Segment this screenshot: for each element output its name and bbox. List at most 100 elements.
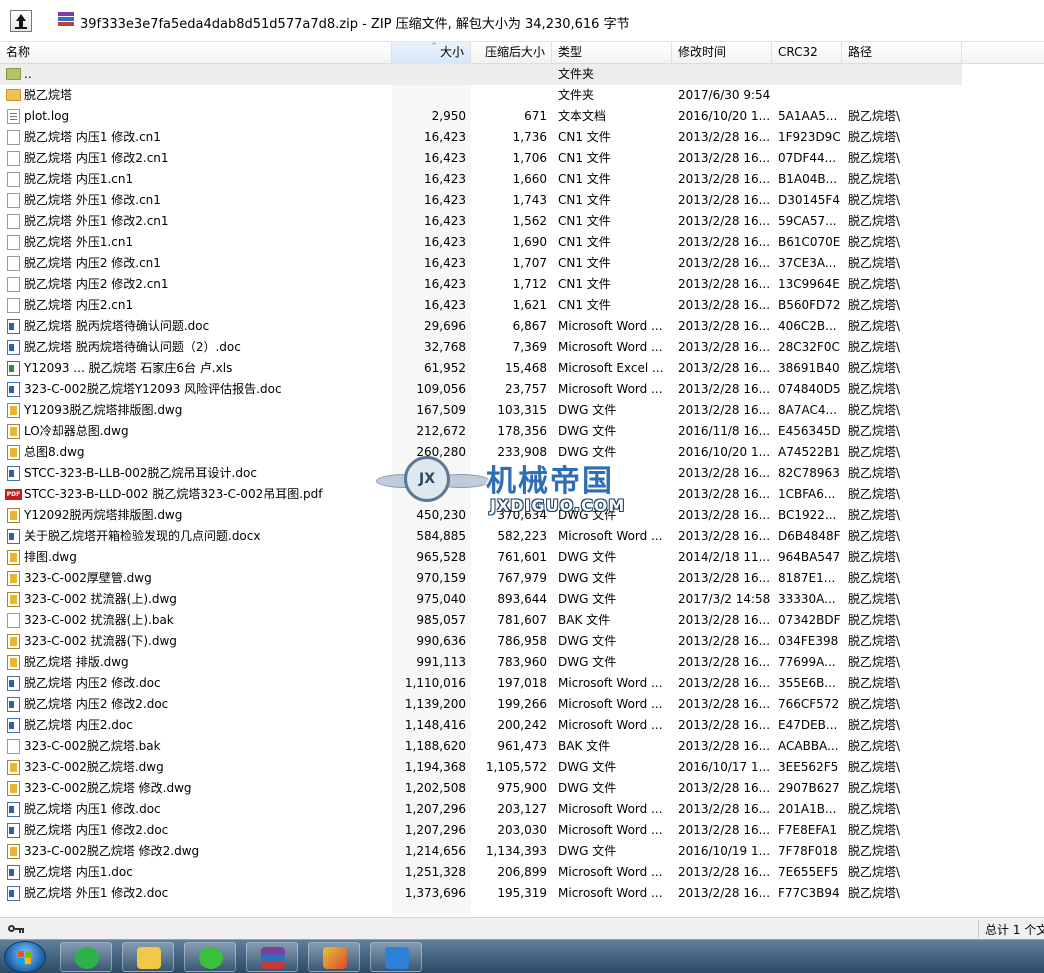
wps-writer-app-icon[interactable]	[370, 942, 422, 972]
modified-time: 2013/2/28 16...	[678, 256, 771, 270]
packed-size: 203,030	[497, 823, 547, 837]
file-type: DWG 文件	[558, 592, 617, 606]
file-row[interactable]: 脱乙烷塔 内压1.doc 1,251,328 206,899 Microsoft Wo…	[0, 862, 962, 883]
file-row[interactable]: Y12093 ... 脱乙烷塔 石家庄6台 卢.xls 61,952 15,468 M…	[0, 358, 962, 379]
file-name: 脱乙烷塔 内压1 修改.doc	[24, 802, 161, 816]
file-row[interactable]: 脱乙烷塔 脱丙烷塔待确认问题（2）.doc 32,768 7,369 Microsof…	[0, 337, 962, 358]
up-one-level-button[interactable]	[10, 10, 32, 32]
file-row[interactable]: 脱乙烷塔 内压2 修改2.doc 1,139,200 199,266 Microsof…	[0, 694, 962, 715]
file-name: 脱乙烷塔 脱丙烷塔待确认问题（2）.doc	[24, 340, 241, 354]
file-type: Microsoft Word ...	[558, 718, 663, 732]
wechat-app-icon[interactable]	[184, 942, 236, 972]
file-row[interactable]: 323-C-002厚壁管.dwg 970,159 767,979 DWG 文件 2013…	[0, 568, 962, 589]
file-row[interactable]: 脱乙烷塔 外压1 修改2.doc 1,373,696 195,319 Microsof…	[0, 883, 962, 904]
file-row[interactable]: STCC-323-B-LLB-002脱乙烷吊耳设计.doc 2013/2/28 1…	[0, 463, 962, 484]
dwg-file-icon	[7, 655, 20, 670]
modified-time: 2013/2/28 16...	[678, 151, 771, 165]
header-path[interactable]: 路径	[842, 42, 962, 64]
packed-size: 786,958	[497, 634, 547, 648]
file-path: 脱乙烷塔\	[848, 571, 901, 585]
crc32-value: 37CE3A...	[778, 256, 837, 270]
file-row[interactable]: PDF STCC-323-B-LLD-002 脱乙烷塔323-C-002吊耳图.p…	[0, 484, 962, 505]
file-row[interactable]: Y12093脱乙烷塔排版图.dwg 167,509 103,315 DWG 文件 201…	[0, 400, 962, 421]
pencil-app-icon[interactable]	[308, 942, 360, 972]
header-name[interactable]: 名称	[0, 42, 392, 64]
file-row[interactable]: 323-C-002脱乙烷塔Y12093 风险评估报告.doc 109,056 23,…	[0, 379, 962, 400]
file-row[interactable]: Y12092脱丙烷塔排版图.dwg 450,230 370,634 DWG 文件 201…	[0, 505, 962, 526]
file-type: Microsoft Word ...	[558, 802, 663, 816]
file-row[interactable]: plot.log 2,950 671 文本文档 2016/10/20 1... 5A1AA…	[0, 106, 962, 127]
packed-size: 103,315	[497, 403, 547, 417]
crc32-value: 77699A...	[778, 655, 836, 669]
file-row[interactable]: 脱乙烷塔 内压1 修改2.cn1 16,423 1,706 CN1 文件 2013/2/…	[0, 148, 962, 169]
modified-time: 2013/2/28 16...	[678, 172, 771, 186]
file-size: 1,214,656	[404, 844, 466, 858]
file-row[interactable]: 脱乙烷塔 内压2 修改.cn1 16,423 1,707 CN1 文件 2013/2/2…	[0, 253, 962, 274]
file-row[interactable]: 脱乙烷塔 外压1 修改.cn1 16,423 1,743 CN1 文件 2013/2/2…	[0, 190, 962, 211]
file-row[interactable]: 脱乙烷塔 内压2.doc 1,148,416 200,242 Microsoft Wo…	[0, 715, 962, 736]
file-row[interactable]: 脱乙烷塔 内压2 修改2.cn1 16,423 1,712 CN1 文件 2013/2/…	[0, 274, 962, 295]
notepad-app-icon[interactable]	[122, 942, 174, 972]
windows-start-icon[interactable]	[4, 941, 46, 973]
crc32-value: 33330A...	[778, 592, 836, 606]
file-name: 脱乙烷塔 内压2.doc	[24, 718, 133, 732]
file-type	[558, 463, 670, 484]
modified-time: 2013/2/28 16...	[678, 193, 771, 207]
file-size	[392, 484, 466, 505]
file-row[interactable]: 323-C-002 扰流器(下).dwg 990,636 786,958 DWG 文件…	[0, 631, 962, 652]
file-row[interactable]: 排图.dwg 965,528 761,601 DWG 文件 2014/2/18 11..…	[0, 547, 962, 568]
file-row[interactable]: LO冷却器总图.dwg 212,672 178,356 DWG 文件 2016/11/8…	[0, 421, 962, 442]
file-row[interactable]: 脱乙烷塔 排版.dwg 991,113 783,960 DWG 文件 2013/2/28…	[0, 652, 962, 673]
packed-size: 783,960	[497, 655, 547, 669]
file-type: 文本文档	[558, 109, 607, 123]
word-doc-icon	[7, 529, 20, 544]
file-size: 1,110,016	[404, 676, 466, 690]
file-row[interactable]: 脱乙烷塔 内压2.cn1 16,423 1,621 CN1 文件 2013/2/28 1…	[0, 295, 962, 316]
file-size: 16,423	[424, 277, 466, 291]
file-row[interactable]: 323-C-002 扰流器(上).bak 985,057 781,607 BAK 文件…	[0, 610, 962, 631]
file-path: 脱乙烷塔\	[848, 319, 901, 333]
refresh-app-icon[interactable]	[60, 942, 112, 972]
file-icon	[7, 130, 20, 145]
winrar-app-icon[interactable]	[246, 942, 298, 972]
file-row[interactable]: 323-C-002脱乙烷塔.dwg 1,194,368 1,105,572 DWG 文…	[0, 757, 962, 778]
file-row[interactable]: 323-C-002 扰流器(上).dwg 975,040 893,644 DWG 文件…	[0, 589, 962, 610]
header-modified[interactable]: 修改时间	[672, 42, 772, 64]
file-row[interactable]: .. 文件夹	[0, 64, 962, 85]
header-type[interactable]: 类型	[552, 42, 672, 64]
file-size: 990,636	[416, 634, 466, 648]
crc32-value: B1A04B...	[778, 172, 838, 186]
file-row[interactable]: 脱乙烷塔 内压1 修改2.doc 1,207,296 203,030 Microsof…	[0, 820, 962, 841]
modified-time: 2013/2/28 16...	[678, 781, 771, 795]
file-row[interactable]: 关于脱乙烷塔开箱检验发现的几点问题.docx 584,885 582,223 Micr…	[0, 526, 962, 547]
file-row[interactable]: 脱乙烷塔 外压1.cn1 16,423 1,690 CN1 文件 2013/2/28 1…	[0, 232, 962, 253]
file-row[interactable]: 脱乙烷塔 脱丙烷塔待确认问题.doc 29,696 6,867 Microsoft W…	[0, 316, 962, 337]
file-list[interactable]: .. 文件夹 脱乙烷塔 文件夹 2017/6/30 9:54 plot.log 2,950 6…	[0, 64, 1044, 913]
header-size[interactable]: ^ 大小	[392, 42, 471, 64]
file-row[interactable]: 323-C-002脱乙烷塔 修改2.dwg 1,214,656 1,134,393 D…	[0, 841, 962, 862]
file-row[interactable]: 脱乙烷塔 外压1 修改2.cn1 16,423 1,562 CN1 文件 2013/2/…	[0, 211, 962, 232]
file-type: DWG 文件	[558, 424, 617, 438]
file-type: DWG 文件	[558, 550, 617, 564]
file-row[interactable]: 脱乙烷塔 内压1 修改.cn1 16,423 1,736 CN1 文件 2013/2/2…	[0, 127, 962, 148]
file-size: 584,885	[416, 529, 466, 543]
file-row[interactable]: 脱乙烷塔 内压1.cn1 16,423 1,660 CN1 文件 2013/2/28 1…	[0, 169, 962, 190]
file-name: Y12093脱乙烷塔排版图.dwg	[24, 403, 183, 417]
file-size: 260,280	[416, 445, 466, 459]
crc32-value: BC1922...	[778, 508, 837, 522]
file-row[interactable]: 脱乙烷塔 内压1 修改.doc 1,207,296 203,127 Microsoft…	[0, 799, 962, 820]
file-row[interactable]: 323-C-002脱乙烷塔.bak 1,188,620 961,473 BAK 文件 2…	[0, 736, 962, 757]
modified-time: 2013/2/28 16...	[678, 214, 771, 228]
crc32-value: 3EE562F5	[778, 760, 839, 774]
file-row[interactable]: 323-C-002脱乙烷塔 修改.dwg 1,202,508 975,900 DWG …	[0, 778, 962, 799]
file-type: DWG 文件	[558, 571, 617, 585]
dwg-file-icon	[7, 844, 20, 859]
crc32-value: 2907B627	[778, 781, 840, 795]
header-packed-size[interactable]: 压缩后大小	[471, 42, 552, 64]
file-row[interactable]: 脱乙烷塔 文件夹 2017/6/30 9:54	[0, 85, 962, 106]
packed-size: 1,707	[512, 256, 547, 270]
file-row[interactable]: 脱乙烷塔 内压2 修改.doc 1,110,016 197,018 Microsoft…	[0, 673, 962, 694]
header-crc32[interactable]: CRC32	[772, 42, 842, 64]
modified-time: 2013/2/28 16...	[678, 886, 771, 900]
file-row[interactable]: 总图8.dwg 260,280 233,908 DWG 文件 2016/10/20 1.…	[0, 442, 962, 463]
